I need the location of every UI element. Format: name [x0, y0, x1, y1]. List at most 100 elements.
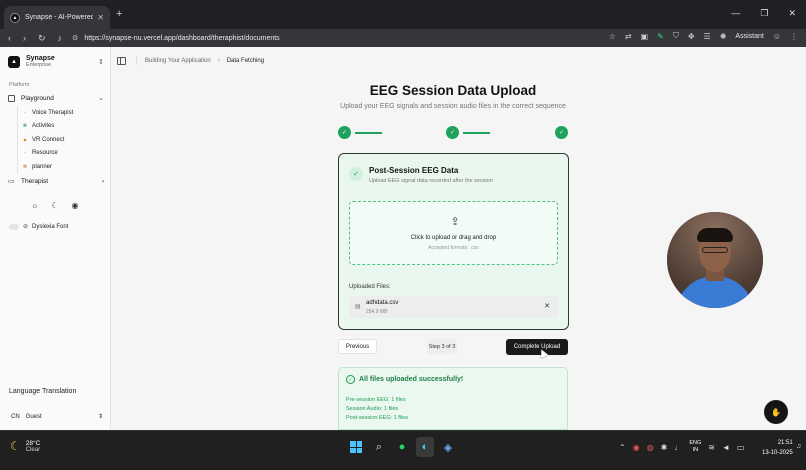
start-button[interactable] [347, 437, 365, 457]
system-clock[interactable]: 21:51 13-10-2025 [762, 438, 793, 458]
brand-name: Synapse [26, 55, 55, 62]
tray-app-icon[interactable]: ◉ [633, 443, 640, 452]
puzzle-icon[interactable]: ✥ [688, 32, 695, 41]
dyslexia-font-toggle[interactable]: ⊘ Dyslexia Font [9, 223, 68, 230]
moon-icon[interactable]: ☾ [51, 201, 58, 210]
weather-widget[interactable]: ☾ 28°C Clear [10, 439, 40, 453]
copilot-icon[interactable]: ✺ [720, 32, 727, 41]
profile-icon[interactable]: ☺ [773, 32, 781, 41]
wifi-icon[interactable]: ≋ [708, 443, 715, 452]
sidebar: ▲ Synapse Enterprise ⇕ Platform Playgrou… [0, 47, 111, 430]
upload-stepper: ✓ ✓ ✓ [338, 126, 570, 140]
previous-button[interactable]: Previous [338, 339, 377, 354]
search-icon[interactable]: ⌕ [370, 437, 388, 457]
mic-icon[interactable]: ♪ [58, 33, 63, 44]
sidebar-item-vr-connect[interactable]: ▲ VR Connect [18, 133, 107, 147]
eye-off-icon: ⊘ [23, 224, 29, 230]
minimize-icon[interactable]: — [731, 8, 740, 19]
battery-icon[interactable]: ▭ [737, 443, 745, 452]
microphone-icon[interactable]: ♩ [674, 443, 682, 452]
tray-app-icon[interactable]: ◍ [647, 443, 654, 452]
tab-title: Synapse - AI-Powered Learni [25, 14, 94, 21]
toggle-switch[interactable] [9, 223, 19, 230]
chevron-right-icon: › [217, 57, 220, 64]
accepted-formats: Accepted formats: .csv [428, 245, 479, 251]
sidebar-item-label: Resource [32, 150, 58, 157]
restore-icon[interactable]: ❐ [760, 8, 768, 19]
site-info-icon[interactable]: ⚙ [72, 34, 78, 42]
reload-icon[interactable]: ↻ [38, 33, 46, 44]
step-1-check-icon: ✓ [338, 126, 351, 139]
browser-app-icon[interactable]: ◐ [416, 437, 434, 457]
sidebar-group-label: Therapist [21, 177, 49, 185]
bluetooth-icon[interactable]: ✱ [661, 443, 668, 452]
complete-upload-button[interactable]: Complete Upload [506, 339, 568, 355]
team-switcher[interactable]: ▲ Synapse Enterprise ⇕ [8, 55, 104, 68]
sidebar-group-playground[interactable]: Playground ⌄ [8, 94, 104, 102]
sidebar-item-resource[interactable]: ▫ Resource [18, 147, 107, 161]
user-switcher[interactable]: CN Guest ⇕ [11, 413, 103, 421]
moon-weather-icon: ☾ [10, 439, 21, 453]
sidebar-item-label: Activites [32, 123, 55, 130]
lang-region: IN [692, 447, 699, 453]
pen-extension-icon[interactable]: ✎ [657, 32, 664, 41]
chat-bot-button[interactable]: ✋ [764, 400, 788, 424]
list-item: ▤ adhdata.csv 254.9 MB ✕ [349, 296, 558, 318]
menu-icon[interactable]: ⋮ [790, 32, 798, 41]
extensions-bar: ☆ ⇄ ▣ ✎ ⛉ ✥ ☰ ✺ Assistant ☺ ⋮ [609, 31, 798, 41]
screenshot-icon[interactable]: ▣ [641, 32, 649, 41]
sidebar-item-label: Voice Therapist [32, 109, 74, 116]
activity-icon: ❋ [22, 123, 28, 130]
summary-line: Pre-session EEG: 1 files [346, 397, 406, 403]
close-window-icon[interactable]: ✕ [788, 8, 796, 19]
language-translation-label[interactable]: Language Translation [9, 388, 76, 395]
sun-icon[interactable]: ☼ [31, 201, 38, 210]
volume-icon[interactable]: ◄ [722, 443, 730, 452]
brand-subtitle: Enterprise [26, 62, 52, 68]
browser-toolbar: ‹ › ↻ ♪ ⚙ https://synapse-nu.vercel.app/… [0, 29, 806, 47]
eye-icon[interactable]: ◉ [72, 201, 79, 210]
app-icon[interactable]: ◈ [439, 437, 457, 457]
close-tab-icon[interactable]: ✕ [97, 13, 104, 22]
bookmark-star-icon[interactable]: ☆ [609, 32, 616, 41]
summary-line: Session Audio: 1 files [346, 406, 399, 412]
notification-bell-icon[interactable]: ♫ [796, 443, 801, 450]
clock-date: 13-10-2025 [762, 450, 793, 456]
sidebar-item-voice-therapist[interactable]: ◦ Voice Therapist [18, 106, 107, 120]
voice-icon: ◦ [24, 109, 26, 116]
window-controls: — ❐ ✕ [731, 8, 796, 19]
clock-time: 21:51 [777, 440, 793, 446]
browser-tab[interactable]: ▲ Synapse - AI-Powered Learni ✕ [4, 6, 110, 29]
upload-card: ✓ Post-Session EEG Data Upload EEG signa… [338, 153, 569, 330]
breadcrumb-parent[interactable]: Building Your Application [145, 58, 211, 64]
sidebar-group-therapist[interactable]: ▭ Therapist › [8, 177, 104, 186]
breadcrumb: Building Your Application › Data Fetchin… [111, 47, 806, 74]
square-terminal-icon [8, 94, 15, 102]
divider [136, 56, 137, 65]
input-language[interactable]: ENG IN [689, 440, 701, 454]
file-name: adhdata.csv [366, 300, 399, 306]
reading-list-icon[interactable]: ☰ [704, 32, 711, 41]
chevron-up-icon[interactable]: ⌃ [619, 443, 626, 452]
spotify-icon[interactable]: ● [393, 437, 411, 457]
section-label: Platform [9, 82, 30, 88]
sidebar-item-planner[interactable]: ❁ planner [18, 160, 107, 174]
back-icon[interactable]: ‹ [8, 33, 11, 44]
translate-icon[interactable]: ⇄ [625, 32, 632, 41]
chevron-updown-icon: ⇕ [97, 414, 103, 420]
forward-icon[interactable]: › [23, 33, 26, 44]
check-circle-icon: ✓ [349, 167, 363, 181]
remove-file-icon[interactable]: ✕ [544, 302, 550, 310]
dyslexia-label: Dyslexia Font [32, 223, 69, 230]
shield-extension-icon[interactable]: ⛉ [673, 31, 679, 41]
sidebar-toggle-icon[interactable] [117, 56, 126, 65]
new-tab-icon[interactable]: + [116, 8, 122, 20]
address-bar[interactable]: ⚙ https://synapse-nu.vercel.app/dashboar… [72, 31, 552, 45]
os-taskbar: ☾ 28°C Clear ⌕ ● ◐ ◈ ⌃ ◉ ◍ ✱ ♩ ENG IN ≋ … [0, 430, 806, 470]
sidebar-item-activites[interactable]: ❋ Activites [18, 120, 107, 134]
file-dropzone[interactable]: ⇪ Click to upload or drag and drop Accep… [349, 201, 558, 265]
nav-buttons: ‹ › ↻ ♪ [8, 33, 62, 44]
weather-temp: 28°C [25, 439, 41, 447]
assistant-button[interactable]: Assistant [735, 33, 763, 40]
sidebar-item-label: VR Connect [32, 136, 65, 143]
